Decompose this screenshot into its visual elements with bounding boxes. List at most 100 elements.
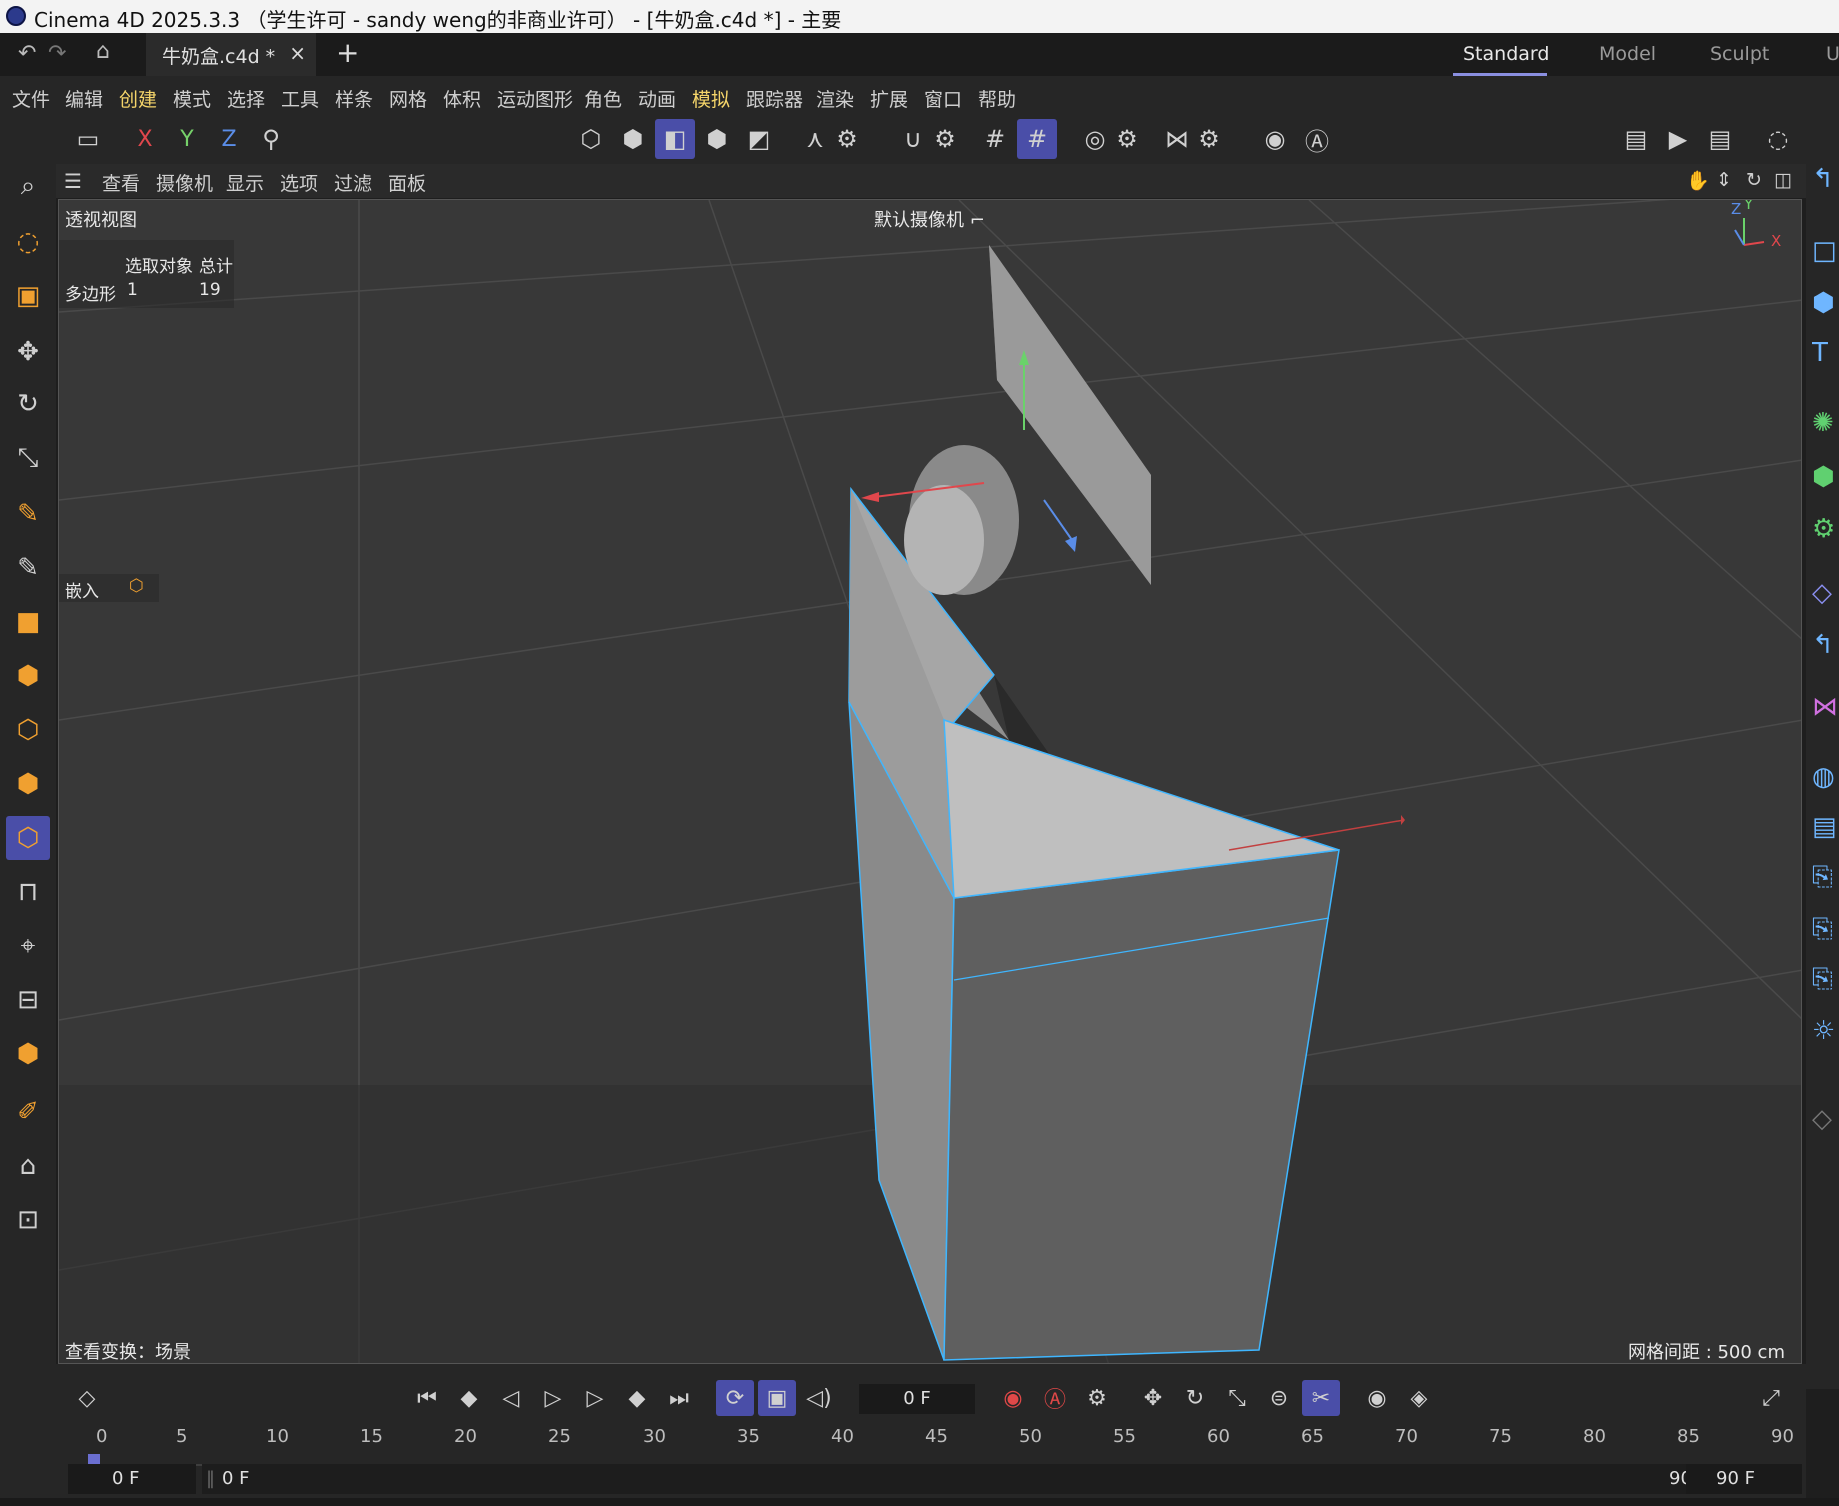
previous-frame-icon[interactable]: ◁ [492,1380,530,1416]
menu-volume[interactable]: 体积 [443,85,481,112]
menu-mesh[interactable]: 网格 [389,85,427,112]
points-mode-icon[interactable]: ⬡ [571,119,611,159]
scene-icon[interactable]: ⎘ [1812,914,1839,954]
key-scale-icon[interactable]: ⤡ [1218,1380,1256,1416]
menu-mograph[interactable]: 运动图形 [497,85,573,112]
floor-icon[interactable]: ⊓ [6,870,50,914]
key-rotation-icon[interactable]: ↻ [1176,1380,1214,1416]
menu-select[interactable]: 选择 [227,85,265,112]
spline-pen-icon[interactable]: ✎ [6,546,50,590]
new-tab-button[interactable]: + [336,36,359,69]
timeline-expand-icon[interactable]: ⤢ [1752,1380,1790,1416]
dolly-icon[interactable]: ⇕ [1716,169,1732,191]
range-slider-handle-left[interactable]: ‖ [206,1464,215,1494]
embed-panel[interactable]: 嵌入 ⬡ [59,574,159,602]
pan-icon[interactable]: ✋ [1686,169,1710,192]
grid-snap-icon[interactable]: # [975,119,1015,159]
square-icon[interactable]: □ [1812,236,1839,276]
panel-dock-icon[interactable]: ↰ [1812,164,1839,204]
keyframe-icon[interactable]: ◇ [68,1380,106,1416]
environment-icon[interactable]: ◍ [1812,762,1839,802]
menu-animate[interactable]: 动画 [638,85,676,112]
go-to-start-icon[interactable]: ⏮ [408,1380,446,1416]
workplane-snap-icon[interactable]: # [1017,119,1057,159]
menu-window[interactable]: 窗口 [924,85,962,112]
lock-z-button[interactable]: Z [209,119,249,159]
range-slider[interactable]: ‖ 0 F 90 F [202,1464,1730,1494]
menu-file[interactable]: 文件 [12,85,50,112]
uv-mode-icon[interactable]: ◩ [739,119,779,159]
cube-icon[interactable]: ⬢ [6,654,50,698]
orbit-icon[interactable]: ↻ [1746,169,1762,191]
undo-icon[interactable]: ↶ [18,41,36,66]
live-selection-icon[interactable]: ◌ [6,220,50,264]
play-icon[interactable]: ▷ [534,1380,572,1416]
symmetry-settings-icon[interactable]: ⚙ [1189,119,1229,159]
viewport-menu-panel[interactable]: 面板 [388,169,426,196]
menu-tools[interactable]: 工具 [281,85,319,112]
key-settings-icon[interactable]: ⚙ [1078,1380,1116,1416]
layout-sculpt[interactable]: Sculpt [1710,43,1769,65]
next-frame-icon[interactable]: ▷ [576,1380,614,1416]
light-icon[interactable]: ☼ [1812,1016,1839,1056]
plane-icon[interactable]: ■ [6,600,50,644]
generator-icon[interactable]: ✺ [1812,408,1839,448]
camera-label[interactable]: 默认摄像机 ⌐ [874,206,985,232]
loop-icon[interactable]: ⟳ [716,1380,754,1416]
rotate-icon[interactable]: ↻ [6,382,50,426]
text-icon[interactable]: T [1812,338,1839,378]
lock-y-button[interactable]: Y [167,119,207,159]
current-frame-field[interactable]: 0 F [859,1384,975,1414]
menu-tracker[interactable]: 跟踪器 [746,85,803,112]
viewport-menu-options[interactable]: 选项 [280,169,318,196]
redshift-icon[interactable]: ◌ [1758,119,1798,159]
cube-primitive-icon[interactable]: ⬢ [1812,288,1839,328]
viewport-menu-camera[interactable]: 摄像机 [156,169,213,196]
search-icon[interactable]: ⌕ [6,164,50,208]
viewport-name[interactable]: 透视视图 [65,206,137,232]
effector-icon[interactable]: ⚙ [1812,514,1839,554]
autokey-icon[interactable]: Ⓐ [1036,1380,1074,1416]
snap-settings-icon[interactable]: ⚙ [925,119,965,159]
range-end-field[interactable]: 90 F [1686,1464,1802,1494]
object-manager-icon[interactable]: ▭ [68,119,108,159]
motion-record-icon[interactable]: ◈ [1400,1380,1438,1416]
edges-mode-icon[interactable]: ⬢ [613,119,653,159]
selection-filter-icon[interactable]: ▣ [6,274,50,318]
polygons-mode-icon[interactable]: ◧ [655,119,695,159]
cube-array-icon[interactable]: ⬢ [6,1032,50,1076]
pen-icon[interactable]: ✎ [6,492,50,536]
coordinate-system-icon[interactable]: ⚲ [251,119,291,159]
perspective-viewport[interactable]: 透视视图 默认摄像机 ⌐ Z Y X 选取对象 总计 多边形 1 19 嵌入 ⬡… [58,199,1802,1364]
layout-u[interactable]: U [1826,43,1839,65]
axis-settings-icon[interactable]: ⚙ [827,119,867,159]
auto-icon[interactable]: Ⓐ [1297,119,1337,159]
key-position-icon[interactable]: ✥ [1134,1380,1172,1416]
render-icon[interactable]: ⎘ [1812,964,1839,1004]
camera-icon[interactable]: ▤ [1812,812,1839,852]
layout-model[interactable]: Model [1599,43,1656,65]
redo-icon[interactable]: ↷ [48,41,66,66]
next-key-icon[interactable]: ◆ [618,1380,656,1416]
cube-edges-icon[interactable]: ⬡ [6,708,50,752]
viewport-menu-view[interactable]: 查看 [102,169,140,196]
sound-icon[interactable]: ◁) [800,1380,838,1416]
focus-icon[interactable]: ⊡ [6,1198,50,1242]
embed-cube-icon[interactable]: ⬡ [129,576,144,596]
menu-simulate[interactable]: 模拟 [692,85,730,112]
layout-standard[interactable]: Standard [1463,43,1549,65]
menu-create[interactable]: 创建 [119,85,157,112]
deformer-icon[interactable]: ⊟ [6,978,50,1022]
tag-icon[interactable]: ⋈ [1812,692,1839,732]
light-group-icon[interactable]: ⎘ [1812,862,1839,902]
menu-character[interactable]: 角色 [584,85,622,112]
move-icon[interactable]: ✥ [6,330,50,374]
playback-range-icon[interactable]: ▣ [758,1380,796,1416]
home-icon[interactable]: ⌂ [96,39,110,64]
menu-extensions[interactable]: 扩展 [870,85,908,112]
menu-help[interactable]: 帮助 [978,85,1016,112]
lock-x-button[interactable]: X [125,119,165,159]
menu-edit[interactable]: 编辑 [65,85,103,112]
polygon-object-icon[interactable]: ⬡ [6,816,50,860]
previous-key-icon[interactable]: ◆ [450,1380,488,1416]
